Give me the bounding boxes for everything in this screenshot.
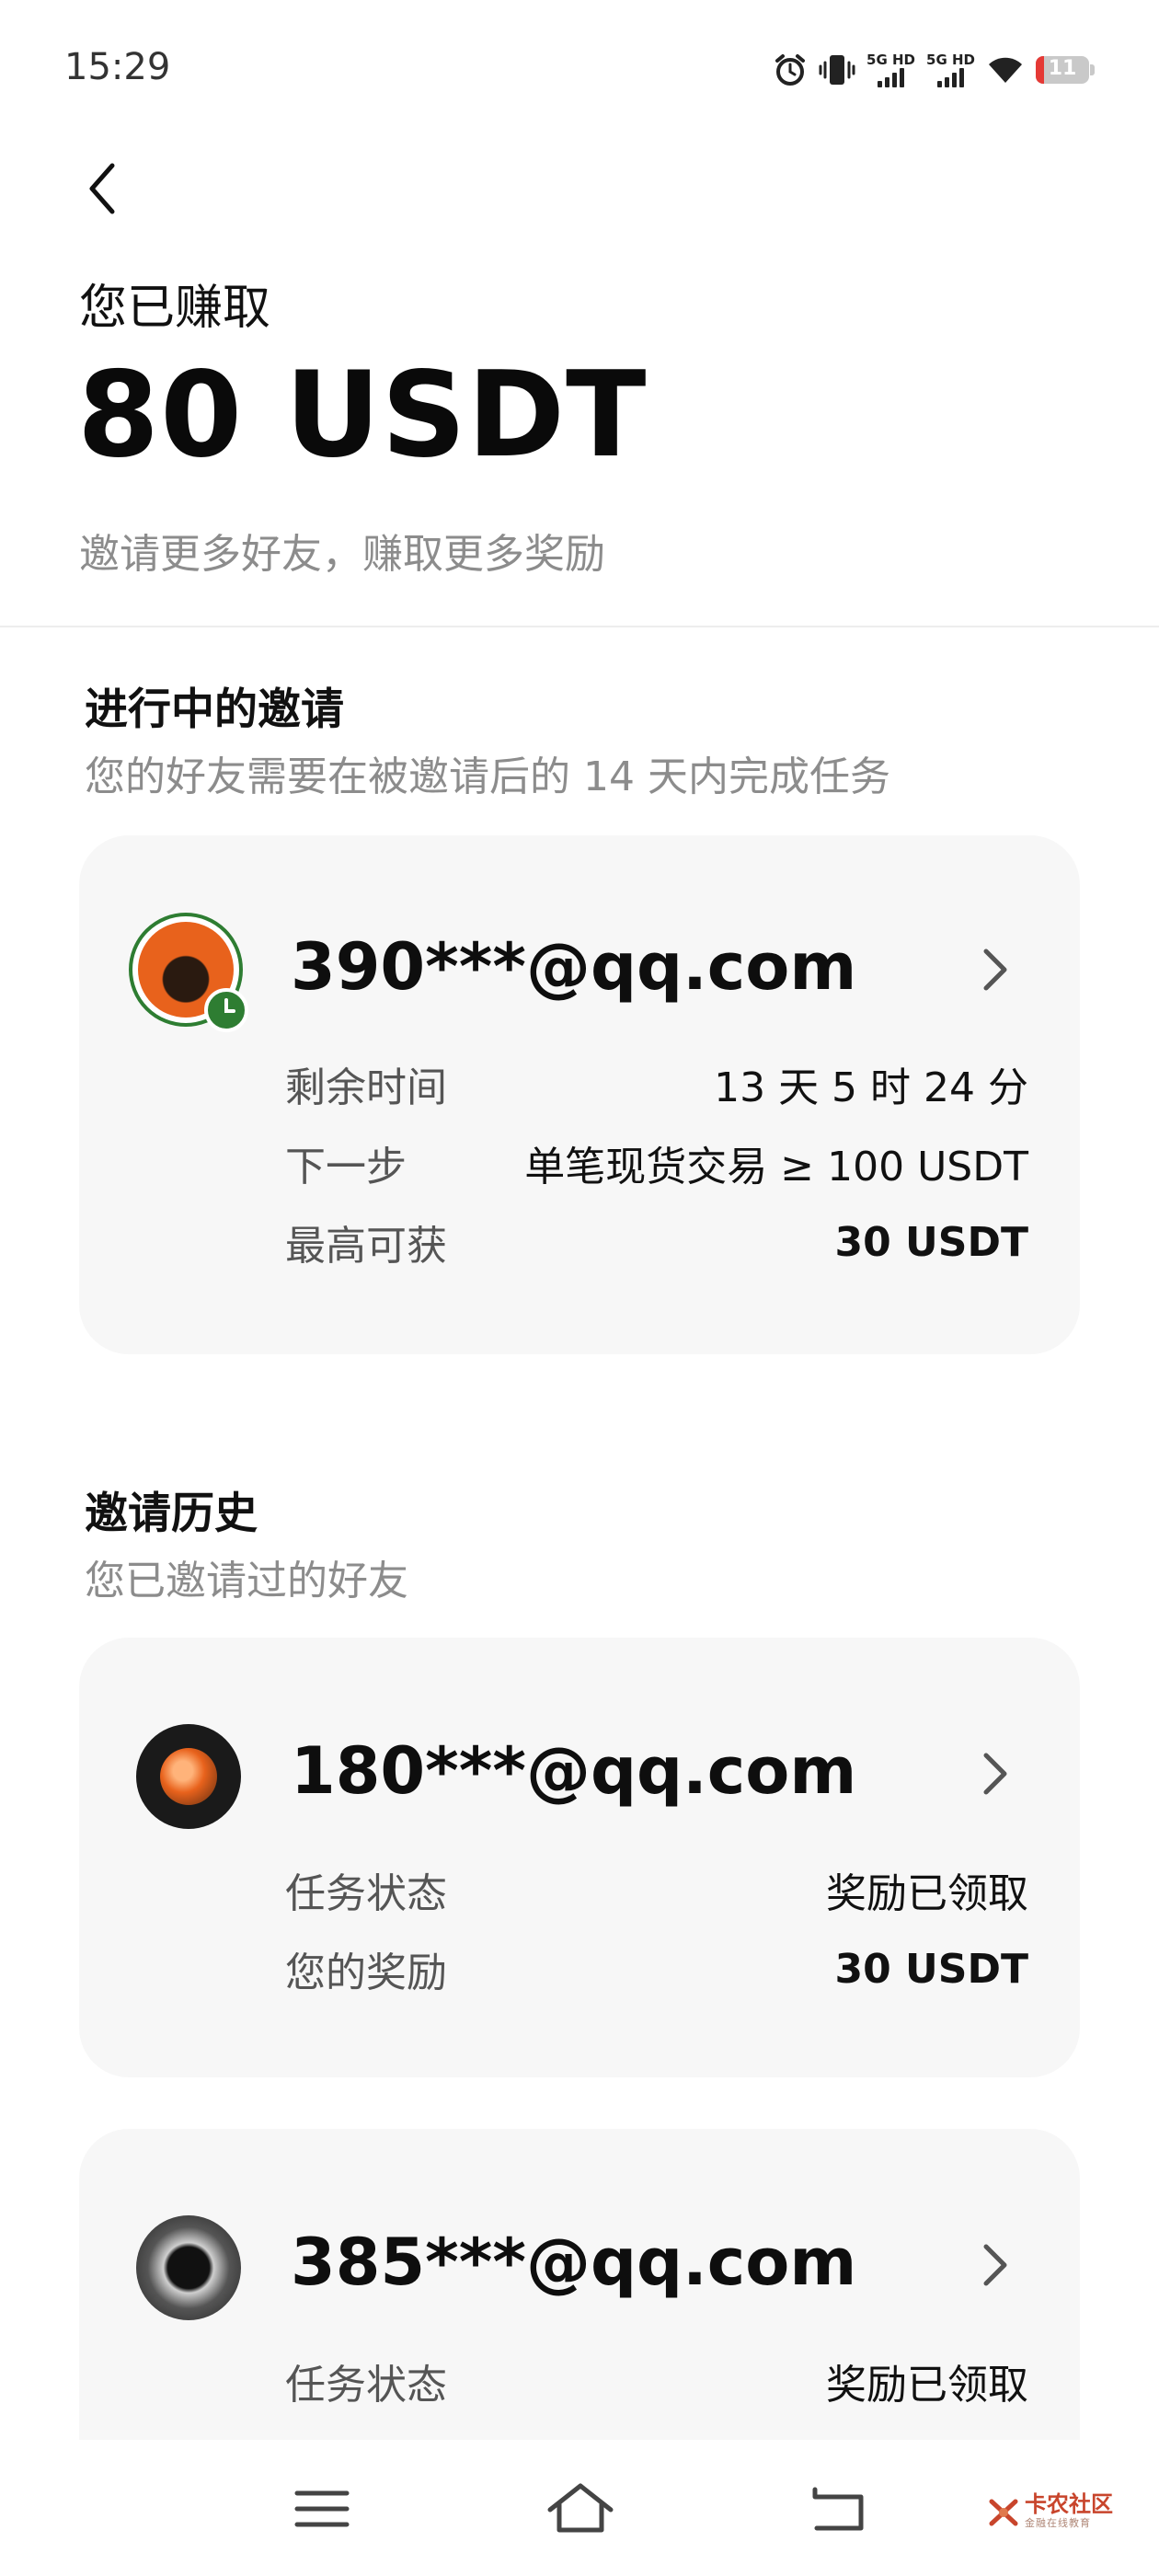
- row-key: 任务状态: [285, 1870, 447, 1917]
- signal-icon: [937, 67, 964, 87]
- invitee-email: 180***@qq.com: [291, 1733, 857, 1809]
- watermark-subtext: 金融在线教育: [1025, 2517, 1091, 2529]
- chevron-left-icon: [89, 163, 115, 214]
- avatar: [136, 1724, 241, 1829]
- vibrate-icon: [819, 55, 855, 85]
- row-value: 奖励已领取: [826, 1870, 1028, 1917]
- sim1-label: 5G HD: [866, 52, 916, 68]
- row-value: 30 USDT: [834, 1218, 1028, 1266]
- chevron-right-icon[interactable]: [977, 942, 1014, 997]
- history-title: 邀请历史: [85, 1489, 258, 1539]
- chevron-right-icon[interactable]: [977, 2237, 1014, 2293]
- signal-sim1: 5G HD: [866, 52, 915, 87]
- home-icon: [547, 2483, 614, 2533]
- menu-icon: [294, 2490, 350, 2527]
- sim2-label: 5G HD: [926, 52, 975, 68]
- row-key: 您的奖励: [285, 1949, 447, 1996]
- row-value: 13 天 5 时 24 分: [714, 1064, 1028, 1111]
- detail-row-max-reward: 最高可获 30 USDT: [285, 1213, 1028, 1271]
- home-button[interactable]: [539, 2477, 622, 2541]
- watermark-text: 卡农社区: [1025, 2491, 1113, 2517]
- row-key: 下一步: [285, 1144, 407, 1190]
- detail-row-task-status: 任务状态 奖励已领取: [285, 2352, 1028, 2410]
- earned-label: 您已赚取: [79, 281, 271, 336]
- detail-row-remaining-time: 剩余时间 13 天 5 时 24 分: [285, 1054, 1028, 1113]
- row-key: 任务状态: [285, 2362, 447, 2409]
- watermark-logo-icon: [989, 2499, 1018, 2526]
- detail-row-task-status: 任务状态 奖励已领取: [285, 1860, 1028, 1919]
- signal-icon: [878, 67, 905, 87]
- invitee-email: 390***@qq.com: [291, 929, 857, 1005]
- avatar: [129, 913, 248, 1032]
- row-key: 最高可获: [285, 1223, 447, 1270]
- detail-row-your-reward: 您的奖励 30 USDT: [285, 1939, 1028, 1998]
- row-key: 剩余时间: [285, 1064, 447, 1111]
- in-progress-title: 进行中的邀请: [85, 684, 344, 735]
- menu-button[interactable]: [281, 2477, 363, 2541]
- in-progress-subtitle: 您的好友需要在被邀请后的 14 天内完成任务: [85, 753, 890, 800]
- alarm-icon: [775, 54, 806, 86]
- battery-level: 11: [1048, 57, 1077, 80]
- row-value: 单笔现货交易 ≥ 100 USDT: [524, 1144, 1028, 1190]
- history-subtitle: 您已邀请过的好友: [85, 1558, 408, 1604]
- row-value: 奖励已领取: [826, 2362, 1028, 2409]
- back-nav-button[interactable]: [797, 2477, 879, 2541]
- divider: [0, 626, 1159, 627]
- earned-amount: 80 USDT: [77, 347, 648, 484]
- battery-icon: 11: [1036, 56, 1095, 84]
- watermark: 卡农社区 金融在线教育: [988, 2493, 1113, 2530]
- earned-subtitle: 邀请更多好友，赚取更多奖励: [79, 531, 605, 578]
- clock-badge-icon: [204, 988, 248, 1032]
- invitee-email: 385***@qq.com: [291, 2225, 857, 2300]
- row-value: 30 USDT: [834, 1945, 1028, 1993]
- back-button[interactable]: [75, 156, 131, 221]
- invite-card-in-progress[interactable]: 390***@qq.com 剩余时间 13 天 5 时 24 分 下一步 单笔现…: [79, 835, 1080, 1354]
- signal-sim2: 5G HD: [926, 52, 975, 87]
- status-time: 15:29: [64, 46, 171, 88]
- status-icons: 5G HD 5G HD 11: [773, 48, 1095, 92]
- wifi-icon: [989, 57, 1022, 83]
- avatar: [136, 2215, 241, 2320]
- chevron-right-icon[interactable]: [977, 1746, 1014, 1801]
- detail-row-next-step: 下一步 单笔现货交易 ≥ 100 USDT: [285, 1133, 1028, 1192]
- back-icon: [812, 2487, 864, 2531]
- invite-card-history-1[interactable]: 180***@qq.com 任务状态 奖励已领取 您的奖励 30 USDT: [79, 1638, 1080, 2077]
